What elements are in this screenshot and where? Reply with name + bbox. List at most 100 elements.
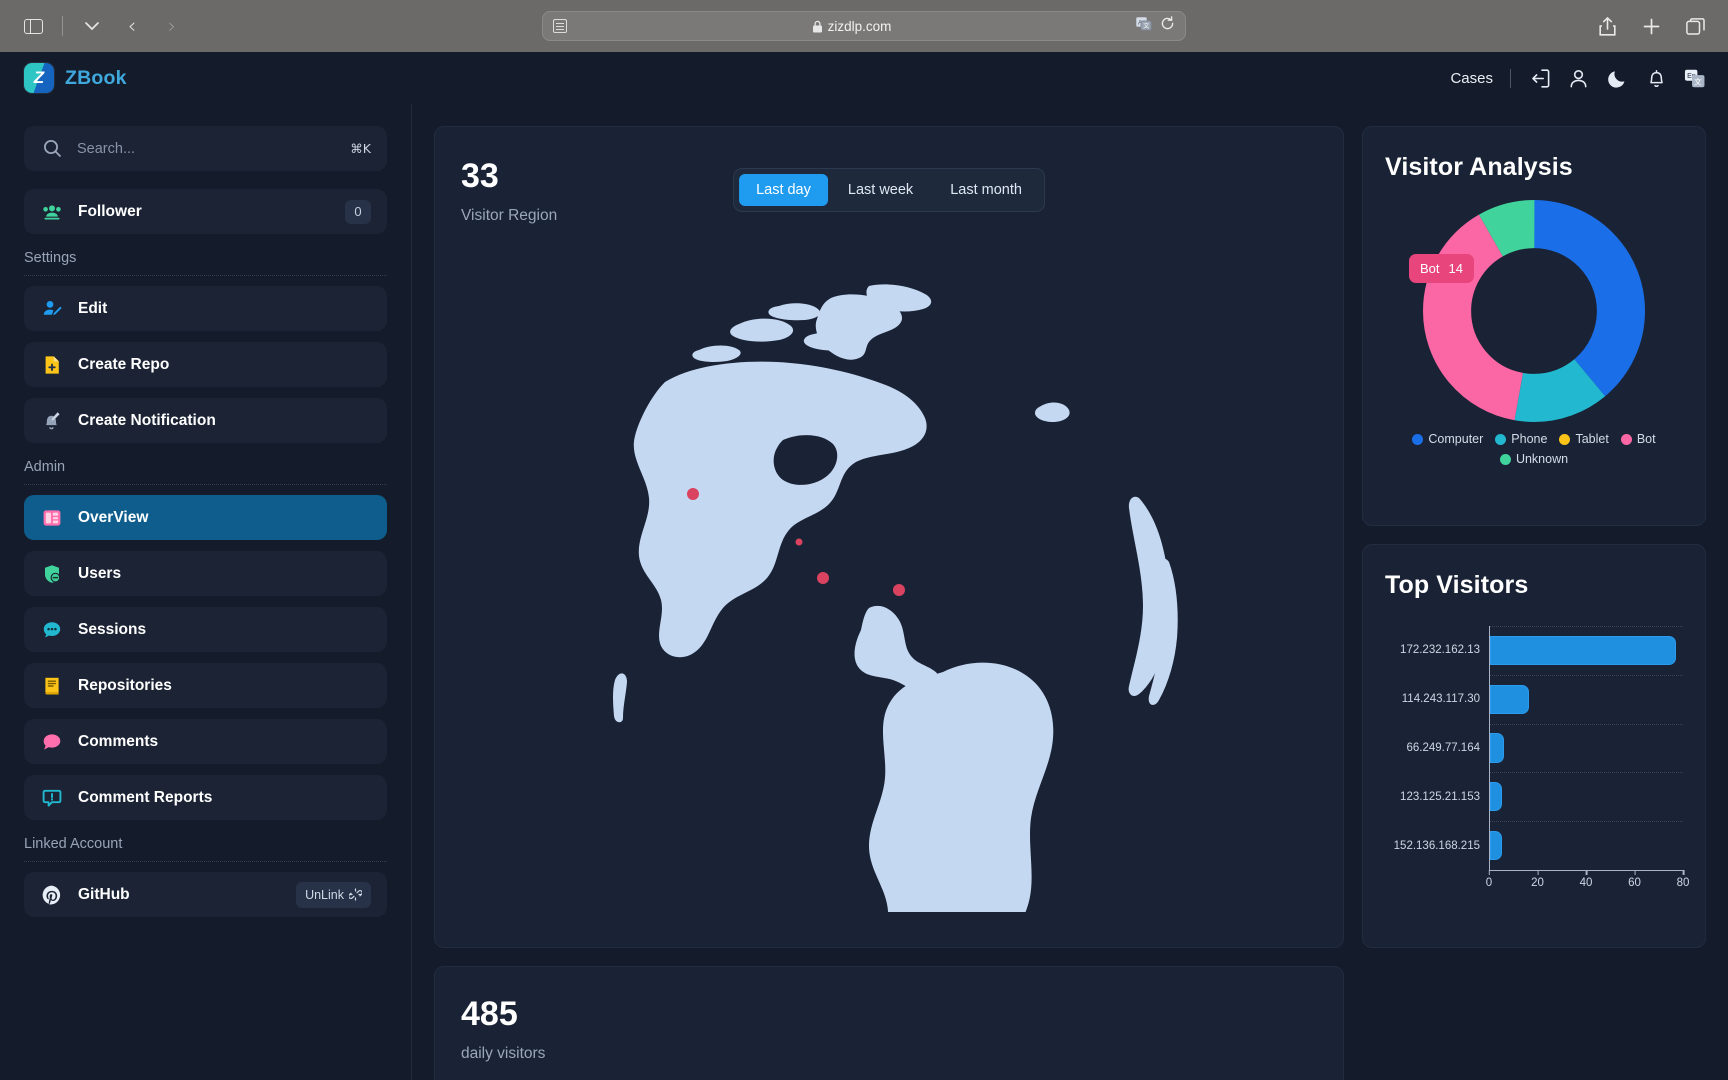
- sidebar-item-repositories[interactable]: Repositories: [24, 663, 387, 708]
- donut-legend: Computer Phone Tablet Bot Unknown: [1385, 432, 1683, 466]
- x-tick: 20: [1531, 870, 1544, 889]
- bar-152-136-168-215: [1490, 830, 1503, 861]
- bar-label: 152.136.168.215: [1393, 839, 1480, 852]
- bar-x-axis: 0 20 40 60 80: [1486, 870, 1689, 889]
- moon-icon[interactable]: [1606, 67, 1628, 89]
- bar-row[interactable]: [1490, 723, 1683, 773]
- daily-visitors-card: 485 daily visitors: [434, 966, 1344, 1080]
- follower-count-badge: 0: [345, 199, 371, 224]
- plus-icon[interactable]: [1636, 13, 1666, 39]
- cases-link[interactable]: Cases: [1450, 70, 1493, 87]
- search-placeholder: Search...: [77, 140, 136, 157]
- chevron-down-icon[interactable]: [77, 13, 107, 39]
- bar-label: 172.232.162.13: [1400, 644, 1480, 657]
- legend-label: Computer: [1428, 432, 1484, 446]
- toolbar-divider: [62, 16, 63, 36]
- sidebar-item-label: Create Notification: [78, 411, 216, 429]
- legend-item-bot[interactable]: Bot: [1620, 432, 1656, 446]
- map-marker: [795, 538, 803, 546]
- logout-icon[interactable]: [1528, 67, 1550, 89]
- bar-row[interactable]: [1490, 772, 1683, 821]
- time-range-segmented-control: Last day Last week Last month: [733, 168, 1045, 212]
- layout-panel-icon: [40, 506, 64, 530]
- reader-view-icon[interactable]: [553, 19, 567, 33]
- x-tick: 60: [1628, 870, 1641, 889]
- legend-label: Phone: [1511, 432, 1548, 446]
- legend-label: Tablet: [1575, 432, 1609, 446]
- visitor-analysis-donut[interactable]: Bot 14: [1385, 196, 1683, 426]
- top-visitors-title: Top Visitors: [1385, 571, 1529, 599]
- sidebar-item-label: GitHub: [78, 885, 130, 903]
- sidebar-item-sessions[interactable]: Sessions: [24, 607, 387, 652]
- top-visitors-card: Top Visitors 172.232.162.13 114.243.117.…: [1362, 544, 1706, 948]
- legend-dot-bot: [1620, 433, 1632, 445]
- show-tabs-icon[interactable]: [1680, 13, 1710, 39]
- shield-user-icon: [40, 562, 64, 586]
- visitor-analysis-title: Visitor Analysis: [1385, 153, 1573, 181]
- visitor-region-card: 33 Visitor Region Last day Last week Las…: [434, 126, 1344, 948]
- translate-icon[interactable]: En 文: [1684, 67, 1706, 89]
- broken-link-icon: [349, 888, 362, 901]
- bar-66-249-77-164: [1490, 733, 1505, 763]
- legend-item-computer[interactable]: Computer: [1412, 432, 1483, 446]
- sidebar-item-comments[interactable]: Comments: [24, 719, 387, 764]
- sidebar-item-create-notification[interactable]: Create Notification: [24, 398, 387, 443]
- sidebar-item-label: Create Repo: [78, 355, 170, 373]
- chevron-left-icon[interactable]: ‹: [117, 13, 147, 39]
- sidebar-item-comment-reports[interactable]: Comment Reports: [24, 775, 387, 820]
- bar-row[interactable]: [1490, 821, 1683, 870]
- time-range-last-month[interactable]: Last month: [933, 174, 1039, 206]
- sidebar-item-label: Users: [78, 564, 122, 582]
- legend-item-tablet[interactable]: Tablet: [1559, 432, 1609, 446]
- legend-item-phone[interactable]: Phone: [1495, 432, 1547, 446]
- sidebar-section-admin: Admin: [24, 459, 387, 485]
- legend-dot-unknown: [1499, 453, 1511, 465]
- translate-icon[interactable]: A文: [1136, 16, 1152, 36]
- book-icon: [40, 674, 64, 698]
- chevron-right-icon[interactable]: ›: [157, 13, 187, 39]
- legend-dot-tablet: [1559, 433, 1571, 445]
- svg-text:文: 文: [1694, 76, 1702, 86]
- address-bar[interactable]: zizdlp.com A文: [542, 11, 1186, 41]
- sidebar-item-label: OverView: [78, 508, 149, 526]
- sidebar-item-github[interactable]: GitHub UnLink: [24, 872, 387, 917]
- sidebar-item-follower[interactable]: Follower 0: [24, 189, 387, 234]
- sidebar-item-label: Follower: [78, 202, 142, 220]
- comment-icon: [40, 730, 64, 754]
- sidebar-item-label: Comment Reports: [78, 788, 213, 806]
- x-tick: 40: [1580, 870, 1592, 889]
- bell-icon[interactable]: [1645, 67, 1667, 89]
- svg-text:文: 文: [1143, 22, 1149, 30]
- bar-label: 114.243.117.30: [1401, 693, 1480, 706]
- sidebar-item-overview[interactable]: OverView: [24, 495, 387, 540]
- sidebar-item-create-repo[interactable]: Create Repo: [24, 342, 387, 387]
- sidebar-item-label: Repositories: [78, 676, 172, 694]
- bar-114-243-117-30: [1490, 684, 1529, 714]
- sidebar-toggle-icon[interactable]: [18, 13, 48, 39]
- time-range-last-day[interactable]: Last day: [739, 174, 828, 206]
- bar-row[interactable]: [1490, 674, 1683, 724]
- sidebar-section-settings: Settings: [24, 250, 387, 276]
- user-icon[interactable]: [1567, 67, 1589, 89]
- sidebar-item-edit[interactable]: Edit: [24, 286, 387, 331]
- file-plus-icon: [40, 353, 64, 377]
- top-visitors-bar-chart: 172.232.162.13 114.243.117.30 66.249.77.…: [1385, 626, 1689, 904]
- bar-label: 66.249.77.164: [1406, 741, 1480, 754]
- sidebar-item-users[interactable]: Users: [24, 551, 387, 596]
- user-edit-icon: [40, 297, 64, 321]
- sidebar-item-label: Sessions: [78, 620, 147, 638]
- search-input[interactable]: Search... ⌘K: [24, 126, 387, 171]
- lock-icon: [812, 20, 822, 32]
- time-range-last-week[interactable]: Last week: [831, 174, 930, 206]
- bar-row[interactable]: [1490, 626, 1683, 675]
- search-shortcut: ⌘K: [350, 141, 371, 156]
- world-map-globe: [613, 284, 1178, 912]
- x-tick: 80: [1677, 870, 1689, 889]
- legend-item-unknown[interactable]: Unknown: [1499, 452, 1568, 466]
- share-icon[interactable]: [1592, 13, 1622, 39]
- unlink-button[interactable]: UnLink: [296, 881, 371, 908]
- reload-icon[interactable]: [1160, 16, 1175, 36]
- world-map[interactable]: [435, 257, 1343, 927]
- sidebar-section-linked-account: Linked Account: [24, 836, 387, 862]
- brand[interactable]: Z ZBook: [24, 63, 127, 93]
